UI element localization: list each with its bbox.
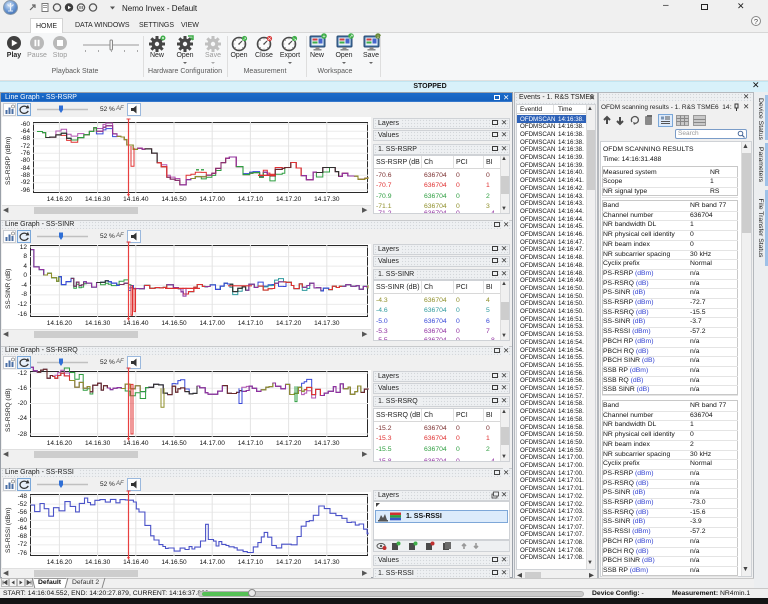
svg-text:↗: ↗ — [349, 34, 354, 40]
svg-text:↗: ↗ — [242, 36, 246, 42]
svg-text:✕: ✕ — [267, 36, 271, 42]
svg-text:+: + — [322, 34, 325, 40]
svg-text:↘: ↘ — [292, 36, 296, 42]
